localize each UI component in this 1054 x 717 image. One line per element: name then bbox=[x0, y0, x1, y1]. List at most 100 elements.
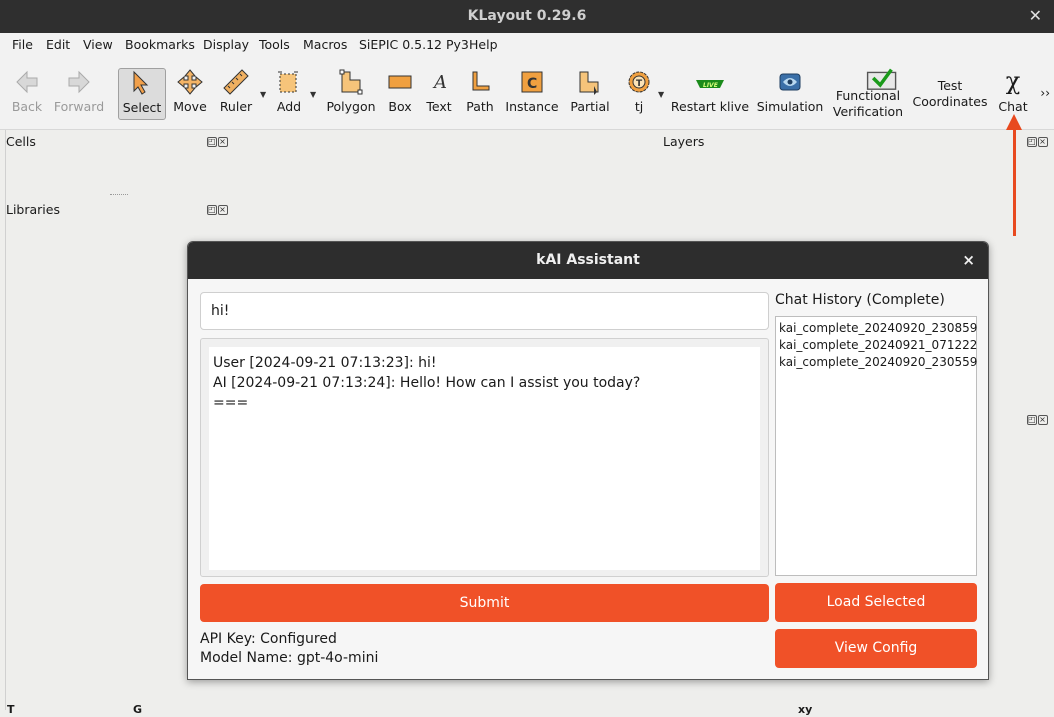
box-icon bbox=[388, 75, 412, 89]
chat-line-ai: AI [2024-09-21 07:13:24]: Hello! How can… bbox=[213, 375, 641, 391]
tj-gear-icon: T bbox=[628, 71, 650, 93]
float-icon[interactable]: ◰ bbox=[1027, 137, 1037, 147]
toolbar: Back Forward Select Move Ruler ▼ Add ▼ P… bbox=[0, 56, 1054, 130]
close-icon[interactable]: × bbox=[1038, 415, 1048, 425]
functional-verification-line1: Functional bbox=[835, 88, 901, 103]
menu-macros[interactable]: Macros bbox=[303, 37, 347, 52]
test-coordinates-line2: Coordinates bbox=[912, 94, 988, 109]
menu-view[interactable]: View bbox=[83, 37, 113, 52]
api-key-status: API Key: Configured bbox=[200, 631, 337, 647]
instance-button[interactable]: C Instance bbox=[505, 64, 559, 122]
live-badge-text: LIVE bbox=[703, 82, 719, 89]
layers-dock-buttons: ◰ × bbox=[1027, 136, 1049, 147]
chat-history-list[interactable]: kai_complete_20240920_230859 kai_complet… bbox=[775, 316, 977, 576]
chat-label: Chat bbox=[998, 99, 1028, 114]
chat-history-label: Chat History (Complete) bbox=[775, 292, 945, 308]
simulation-label: Simulation bbox=[756, 99, 824, 114]
window-close-button[interactable]: ✕ bbox=[1029, 6, 1042, 25]
float-icon[interactable]: ◰ bbox=[207, 137, 217, 147]
libraries-dock-title: Libraries bbox=[6, 202, 60, 217]
select-button[interactable]: Select bbox=[118, 68, 166, 120]
close-icon[interactable]: × bbox=[1038, 137, 1048, 147]
window-title: KLayout 0.29.6 bbox=[467, 8, 587, 24]
menu-edit[interactable]: Edit bbox=[46, 37, 70, 52]
instance-label: Instance bbox=[505, 99, 559, 114]
kai-assistant-dialog: kAI Assistant × hi! User [2024-09-21 07:… bbox=[187, 241, 989, 680]
dialog-close-button[interactable]: × bbox=[962, 251, 975, 269]
functional-verification-button[interactable]: Functional Verification bbox=[833, 64, 903, 122]
ruler-dropdown-icon[interactable]: ▼ bbox=[260, 90, 266, 99]
cells-dock-buttons: ◰ × bbox=[207, 136, 229, 147]
forward-label: Forward bbox=[53, 99, 105, 114]
menu-file[interactable]: File bbox=[12, 37, 33, 52]
window-titlebar: KLayout 0.29.6 ✕ bbox=[0, 0, 1054, 33]
float-icon[interactable]: ◰ bbox=[207, 205, 217, 215]
instance-icon: C bbox=[521, 71, 543, 93]
functional-verification-label: Functional Verification bbox=[828, 88, 908, 120]
cells-dock-title: Cells bbox=[6, 134, 36, 149]
history-item[interactable]: kai_complete_20240920_230859 bbox=[779, 320, 977, 337]
chat-line-separator: === bbox=[213, 395, 249, 411]
move-button[interactable]: Move bbox=[172, 64, 208, 122]
path-label: Path bbox=[466, 99, 494, 114]
float-icon[interactable]: ◰ bbox=[1027, 415, 1037, 425]
text-label: Text bbox=[426, 99, 452, 114]
forward-button[interactable]: Forward bbox=[54, 64, 104, 122]
add-label: Add bbox=[276, 99, 302, 114]
path-button[interactable]: Path bbox=[463, 64, 497, 122]
ruler-button[interactable]: Ruler bbox=[218, 64, 254, 122]
status-t: T bbox=[7, 703, 15, 716]
tj-dropdown-icon[interactable]: ▼ bbox=[658, 90, 664, 99]
partial-label: Partial bbox=[570, 99, 610, 114]
forward-arrow-icon bbox=[68, 70, 90, 94]
simulation-button[interactable]: Simulation bbox=[757, 64, 823, 122]
splitter-handle[interactable] bbox=[110, 194, 128, 195]
cursor-arrow-icon bbox=[133, 70, 149, 95]
chat-input[interactable]: hi! bbox=[200, 292, 769, 330]
simulation-icon bbox=[779, 73, 801, 91]
svg-text:C: C bbox=[527, 76, 537, 92]
load-selected-button[interactable]: Load Selected bbox=[775, 583, 977, 622]
close-icon[interactable]: × bbox=[218, 137, 228, 147]
select-label: Select bbox=[122, 100, 162, 115]
test-coordinates-label: Test Coordinates bbox=[910, 78, 990, 110]
left-edge-line bbox=[5, 130, 6, 710]
status-g: G bbox=[133, 703, 143, 716]
box-button[interactable]: Box bbox=[383, 64, 417, 122]
add-shape-icon bbox=[278, 71, 298, 93]
partial-button[interactable]: Partial bbox=[570, 64, 610, 122]
menu-help[interactable]: Help bbox=[469, 37, 498, 52]
menu-bookmarks[interactable]: Bookmarks bbox=[125, 37, 195, 52]
tj-button[interactable]: T tj bbox=[624, 64, 654, 122]
partial-icon bbox=[579, 71, 599, 95]
test-coordinates-line1: Test bbox=[937, 78, 963, 93]
restart-klive-button[interactable]: LIVE Restart klive bbox=[671, 64, 749, 122]
text-icon: A bbox=[432, 72, 447, 93]
close-icon[interactable]: × bbox=[218, 205, 228, 215]
polygon-button[interactable]: Polygon bbox=[326, 64, 376, 122]
dialog-titlebar: kAI Assistant × bbox=[188, 242, 988, 279]
right-dock-buttons: ◰ × bbox=[1027, 414, 1049, 425]
functional-verification-line2: Verification bbox=[832, 104, 904, 119]
text-button[interactable]: A Text bbox=[424, 64, 454, 122]
history-item[interactable]: kai_complete_20240921_071222 bbox=[779, 337, 977, 354]
menu-siepic[interactable]: SiEPIC 0.5.12 Py3 bbox=[359, 37, 469, 52]
add-dropdown-icon[interactable]: ▼ bbox=[310, 90, 316, 99]
path-icon bbox=[472, 71, 490, 91]
polygon-icon bbox=[339, 69, 363, 95]
back-button[interactable]: Back bbox=[8, 64, 46, 122]
test-coordinates-button[interactable]: Test Coordinates bbox=[912, 64, 987, 122]
dialog-title: kAI Assistant bbox=[536, 252, 640, 268]
tj-label: tj bbox=[634, 99, 644, 114]
move-label: Move bbox=[173, 99, 207, 114]
menu-tools[interactable]: Tools bbox=[259, 37, 290, 52]
view-config-button[interactable]: View Config bbox=[775, 629, 977, 668]
menubar: File Edit View Bookmarks Display Tools M… bbox=[0, 33, 1054, 56]
chat-transcript[interactable]: User [2024-09-21 07:13:23]: hi! AI [2024… bbox=[209, 347, 760, 570]
add-button[interactable]: Add bbox=[272, 64, 306, 122]
history-item[interactable]: kai_complete_20240920_230559 bbox=[779, 354, 977, 371]
libraries-dock-buttons: ◰ × bbox=[207, 204, 229, 215]
menu-display[interactable]: Display bbox=[203, 37, 249, 52]
submit-button[interactable]: Submit bbox=[200, 584, 769, 622]
toolbar-overflow-icon[interactable]: ›› bbox=[1040, 86, 1050, 100]
